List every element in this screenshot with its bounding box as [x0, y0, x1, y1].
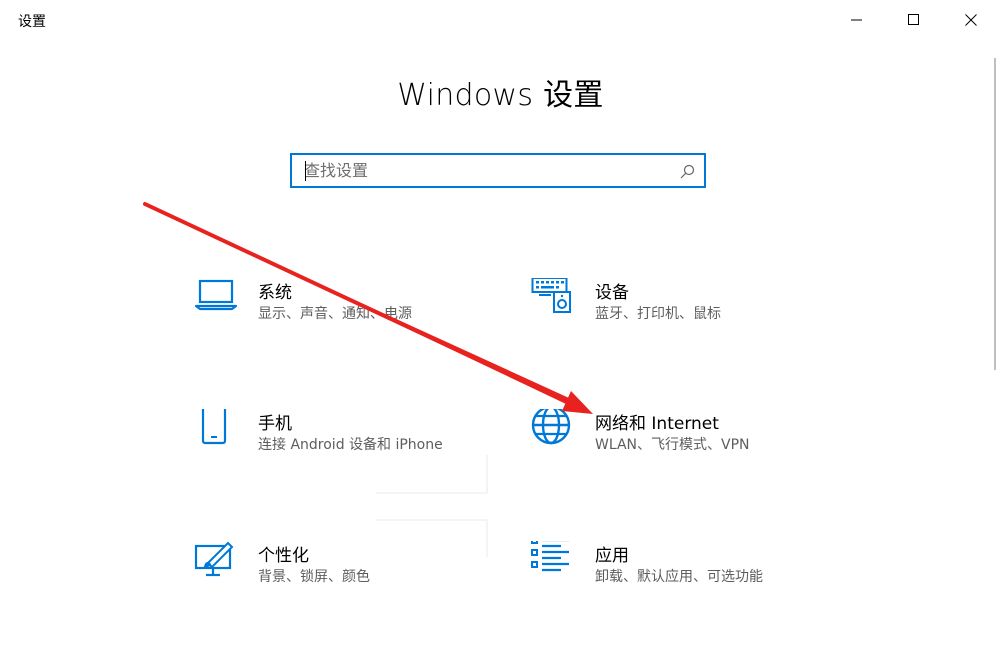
close-icon — [965, 14, 977, 26]
tile-title: 个性化 — [258, 546, 309, 566]
tile-title: 手机 — [258, 414, 292, 434]
search-icon[interactable] — [680, 164, 695, 179]
close-button[interactable] — [943, 0, 999, 40]
tile-desc: 卸载、默认应用、可选功能 — [595, 569, 763, 585]
maximize-icon — [908, 14, 919, 25]
scrollbar[interactable] — [994, 58, 996, 370]
search-box[interactable] — [290, 153, 706, 188]
tile-personalization[interactable]: 个性化 背景、锁屏、颜色 — [194, 541, 494, 605]
tile-devices[interactable]: 设备 蓝牙、打印机、鼠标 — [531, 278, 831, 342]
minimize-icon — [851, 19, 862, 21]
tile-desc: 蓝牙、打印机、鼠标 — [595, 306, 721, 322]
maximize-button[interactable] — [886, 0, 942, 40]
ghost-shadow — [376, 492, 488, 494]
tile-desc: WLAN、飞行模式、VPN — [595, 437, 750, 453]
search-input[interactable] — [304, 158, 664, 183]
laptop-icon — [194, 279, 238, 311]
globe-icon — [531, 409, 571, 445]
keyboard-speaker-icon — [531, 278, 571, 313]
tile-title: 网络和 Internet — [595, 414, 719, 434]
minimize-button[interactable] — [829, 0, 885, 40]
app-list-icon — [531, 541, 569, 572]
tile-desc: 显示、声音、通知、电源 — [258, 306, 412, 322]
paint-easel-icon — [194, 541, 234, 577]
tile-desc: 连接 Android 设备和 iPhone — [258, 437, 443, 453]
tile-apps[interactable]: 应用 卸载、默认应用、可选功能 — [531, 541, 831, 605]
window-title: 设置 — [18, 14, 46, 30]
ghost-shadow — [376, 519, 488, 521]
page-title: Windows 设置 — [397, 78, 604, 113]
tile-title: 系统 — [258, 283, 292, 303]
phone-icon — [201, 409, 227, 445]
tile-desc: 背景、锁屏、颜色 — [258, 569, 370, 585]
tile-system[interactable]: 系统 显示、声音、通知、电源 — [194, 278, 494, 342]
settings-window: 设置 Windows 设置 系统 显示、声音、 — [0, 0, 1001, 654]
tile-network[interactable]: 网络和 Internet WLAN、飞行模式、VPN — [531, 409, 831, 473]
tile-title: 应用 — [595, 546, 629, 566]
tile-title: 设备 — [595, 283, 629, 303]
text-caret — [305, 161, 306, 181]
tile-phone[interactable]: 手机 连接 Android 设备和 iPhone — [194, 409, 494, 473]
